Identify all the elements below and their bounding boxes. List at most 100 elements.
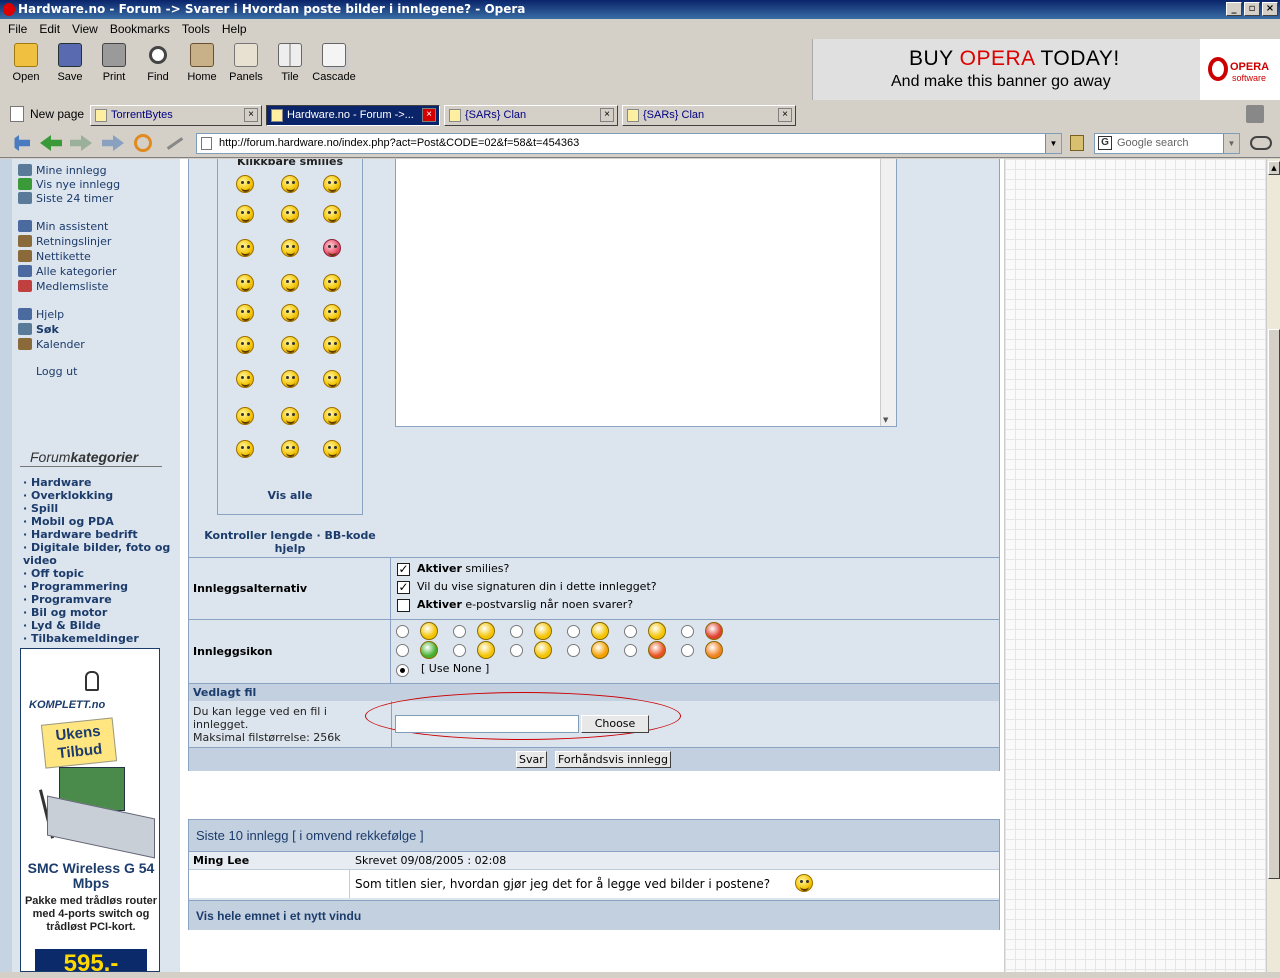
new-page-button[interactable]: New page [8,105,84,123]
post-icon-radio[interactable] [567,644,580,657]
smiley-icon[interactable] [323,304,341,322]
category-link-spill[interactable]: · Spill [23,502,179,515]
post-icon-radio[interactable] [453,644,466,657]
category-link-off-topic[interactable]: · Off topic [23,567,179,580]
url-dropdown-icon[interactable]: ▼ [1045,134,1061,153]
post-author[interactable]: Ming Lee [193,854,249,867]
open-button[interactable]: Open [4,39,48,100]
menu-view[interactable]: View [66,20,104,39]
post-body-textarea[interactable]: ▼ [395,159,897,427]
post-icon-radio[interactable] [453,625,466,638]
category-link-overklokking[interactable]: · Overklokking [23,489,179,502]
post-icon-radio[interactable] [624,644,637,657]
close-tab-icon[interactable]: × [422,108,436,122]
opera-banner-ad[interactable]: BUY OPERA TODAY! And make this banner go… [812,39,1280,100]
post-icon-radio[interactable] [624,625,637,638]
sidebar-link-vis-nye[interactable]: Vis nye innlegg [18,178,120,191]
back-icon[interactable] [40,135,62,151]
post-icon-radio[interactable] [510,644,523,657]
bookmark-icon[interactable] [1070,135,1084,151]
save-button[interactable]: Save [48,39,92,100]
smiley-icon[interactable] [236,304,254,322]
reload-icon[interactable] [134,134,152,152]
cascade-button[interactable]: Cascade [312,39,356,100]
find-button[interactable]: Find [136,39,180,100]
close-tab-icon[interactable]: × [778,108,792,122]
home-button[interactable]: Home [180,39,224,100]
close-tab-icon[interactable]: × [600,108,614,122]
url-input[interactable]: http://forum.hardware.no/index.php?act=P… [196,133,1062,154]
choose-file-button[interactable]: Choose [581,715,649,733]
sidebar-link-siste-24[interactable]: Siste 24 timer [18,192,113,205]
post-icon-radio[interactable] [510,625,523,638]
sidebar-link-mine-innlegg[interactable]: Mine innlegg [18,164,107,177]
smiley-icon[interactable] [236,175,254,193]
menu-tools[interactable]: Tools [176,20,216,39]
category-link-programmering[interactable]: · Programmering [23,580,179,593]
smiley-icon[interactable] [323,440,341,458]
restore-button[interactable]: ▫ [1244,2,1260,16]
submit-reply-button[interactable]: Svar [516,751,547,768]
category-link-hardware[interactable]: · Hardware [23,476,179,489]
sidebar-link-retningslinjer[interactable]: Retningslinjer [18,235,111,248]
menu-file[interactable]: File [2,20,33,39]
tab-hardware-forum[interactable]: Hardware.no - Forum ->... × [266,105,440,126]
smiley-icon[interactable] [281,175,299,193]
glasses-icon[interactable] [1250,136,1272,150]
sidebar-link-nettikette[interactable]: Nettikette [18,250,91,263]
show-all-smilies-link[interactable]: Vis alle [218,489,362,502]
smiley-icon[interactable] [236,205,254,223]
fast-forward-icon[interactable] [102,135,124,151]
close-button[interactable]: × [1262,2,1278,16]
trash-icon[interactable] [1246,105,1264,123]
search-dropdown-icon[interactable]: ▼ [1223,134,1239,153]
edit-icon[interactable] [166,137,184,150]
smiley-icon[interactable] [236,336,254,354]
smiley-icon[interactable] [281,370,299,388]
print-button[interactable]: Print [92,39,136,100]
sidebar-link-sok[interactable]: Søk [18,323,59,336]
post-icon-radio[interactable] [567,625,580,638]
close-tab-icon[interactable]: × [244,108,258,122]
post-icon-none-radio[interactable] [396,664,409,677]
tab-sars-clan-2[interactable]: {SARs} Clan × [622,105,796,126]
category-link-programvare[interactable]: · Programvare [23,593,179,606]
komplett-ad[interactable]: KOMPLETT.no Ukens Tilbud SMC Wireless G … [20,648,160,972]
sidebar-link-logg-ut[interactable]: Logg ut [18,365,77,378]
menu-edit[interactable]: Edit [33,20,66,39]
minimize-button[interactable]: _ [1226,2,1242,16]
smiley-icon[interactable] [323,239,341,257]
smiley-icon[interactable] [323,336,341,354]
smiley-icon[interactable] [281,304,299,322]
smiley-icon[interactable] [323,407,341,425]
category-link-bil-og-motor[interactable]: · Bil og motor [23,606,179,619]
sidebar-link-medlemsliste[interactable]: Medlemsliste [18,280,108,293]
smiley-icon[interactable] [236,407,254,425]
smiley-icon[interactable] [236,370,254,388]
tab-sars-clan-1[interactable]: {SARs} Clan × [444,105,618,126]
smiley-icon[interactable] [281,407,299,425]
smiley-icon[interactable] [323,274,341,292]
tab-torrentbytes[interactable]: TorrentBytes × [90,105,262,126]
smiley-icon[interactable] [236,440,254,458]
smiley-icon[interactable] [281,205,299,223]
smiley-icon[interactable] [323,205,341,223]
menu-help[interactable]: Help [216,20,253,39]
smiley-icon[interactable] [281,239,299,257]
smiley-icon[interactable] [281,274,299,292]
category-link-digitale-bilder[interactable]: · Digitale bilder, foto og video [23,541,179,567]
category-link-lyd-bilde[interactable]: · Lyd & Bilde [23,619,179,632]
sidebar-link-alle-kategorier[interactable]: Alle kategorier [18,265,116,278]
category-link-mobil[interactable]: · Mobil og PDA [23,515,179,528]
preview-post-button[interactable]: Forhåndsvis innlegg [555,751,671,768]
check-length-bbcode-links[interactable]: Kontroller lengde · BB-kode hjelp [189,529,391,555]
post-icon-radio[interactable] [396,625,409,638]
smiley-icon[interactable] [281,440,299,458]
smiley-icon[interactable] [323,370,341,388]
sidebar-link-min-assistent[interactable]: Min assistent [18,220,108,233]
smiley-icon[interactable] [236,239,254,257]
post-icon-radio[interactable] [681,625,694,638]
menu-bookmarks[interactable]: Bookmarks [104,20,176,39]
sidebar-link-kalender[interactable]: Kalender [18,338,85,351]
page-scrollbar[interactable]: ▲ [1266,159,1280,972]
